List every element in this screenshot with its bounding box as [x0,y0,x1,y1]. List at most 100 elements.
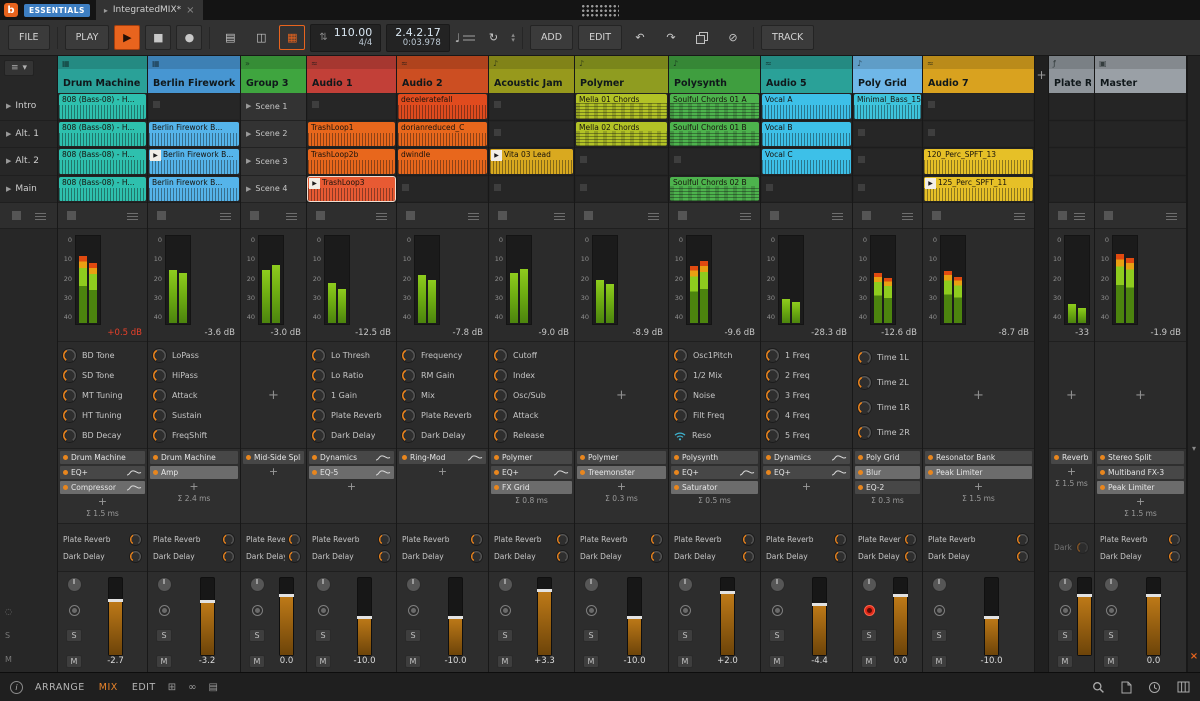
empty-clip-slot[interactable] [670,149,759,174]
device-power-button[interactable] [766,455,771,460]
send-knob[interactable] [1168,549,1181,563]
device-multiband-fx-3[interactable]: Multiband FX-3 [1097,466,1184,479]
clip-vocal-b[interactable]: Vocal B [762,121,851,146]
volume-fader[interactable] [812,577,827,656]
macro-knob[interactable] [857,350,872,365]
volume-fader[interactable] [108,577,123,656]
track-header[interactable]: ≈ Audio 1 [307,56,396,93]
solo-button[interactable]: S [583,629,599,642]
clip-vocal-a[interactable]: Vocal A [762,94,851,119]
send-knob[interactable] [222,532,235,546]
fader-handle[interactable] [448,615,463,619]
clip-mella-02-chords[interactable]: Mella 02 Chords [576,121,667,146]
empty-clip-slot[interactable] [924,121,1033,146]
device-polysynth[interactable]: Polysynth [671,451,758,464]
empty-clip-slot[interactable] [576,149,667,174]
view-tab-arrange[interactable]: ARRANGE [35,682,85,693]
slot-lines-icon[interactable] [376,211,387,220]
macro-knob[interactable] [765,427,780,443]
device-power-button[interactable] [1100,455,1105,460]
clip-stop-button[interactable] [678,211,687,220]
spinner-down-icon[interactable]: ▾ [511,36,515,43]
track-header[interactable]: ▦ Berlin Firework Kit [148,56,240,93]
group-scene-scene-2[interactable]: ▶ Scene 2 [241,120,306,148]
history-clock-icon[interactable] [1148,681,1161,694]
device-saturator[interactable]: Saturator [671,481,758,494]
position-display[interactable]: 2.4.2.17 0:03.978 [386,23,450,52]
send-knob[interactable] [288,549,301,563]
clip-berlin-firework-b[interactable]: Berlin Firework B... [149,176,239,201]
pan-knob[interactable] [769,577,785,592]
solo-button[interactable]: S [249,629,265,642]
macro-knob[interactable] [765,387,780,403]
view-tab-edit[interactable]: EDIT [132,682,156,693]
device-power-button[interactable] [312,455,317,460]
clip-120-perc-spft-13[interactable]: 120_Perc_SPFT_13 [924,149,1033,174]
add-device-button[interactable]: + [1051,466,1092,477]
view-tab-mix[interactable]: MIX [99,682,118,693]
device-treemonster[interactable]: Treemonster [577,466,666,479]
device-power-button[interactable] [63,455,68,460]
clip-stop-button[interactable] [1058,211,1067,220]
track-header[interactable]: » Group 3 [241,56,306,93]
time-signature-value[interactable]: 4/4 [359,38,373,48]
empty-clip-slot[interactable] [576,176,667,201]
device-dynamics[interactable]: Dynamics [309,451,394,464]
send-knob[interactable] [650,532,663,546]
record-arm-button[interactable] [251,605,263,616]
device-power-button[interactable] [312,470,317,475]
fader-handle[interactable] [720,590,735,594]
follow-playback-icon[interactable]: ∞ [188,682,196,693]
clip-vocal-c[interactable]: Vocal C [762,149,851,174]
add-device-button[interactable]: + [309,481,394,492]
mute-button[interactable]: M [249,655,265,668]
send-knob[interactable] [378,549,391,563]
search-icon[interactable] [1092,681,1105,694]
empty-clip-slot[interactable] [762,176,851,201]
device-power-button[interactable] [494,455,499,460]
send-knob[interactable] [378,532,391,546]
device-drum-machine[interactable]: Drum Machine [60,451,145,464]
track-menu-button[interactable]: TRACK [761,25,815,50]
fader-handle[interactable] [108,598,123,602]
track-header[interactable]: ≈ Audio 5 [761,56,852,93]
device-resonator-bank[interactable]: Resonator Bank [925,451,1032,464]
play-button[interactable]: ▶ [114,25,141,50]
mute-button[interactable]: M [677,655,693,668]
macro-knob[interactable] [152,367,167,383]
pan-knob[interactable] [405,577,421,592]
add-device-button[interactable]: + [60,496,145,507]
mute-button[interactable]: M [1057,655,1073,668]
record-arm-button[interactable] [679,605,691,616]
volume-fader[interactable] [627,577,642,656]
empty-clip-slot[interactable] [149,94,239,119]
scene-play-icon[interactable]: ▶ [6,130,11,138]
project-tab[interactable]: ▸ IntegratedMIX* × [95,0,203,20]
scene-play-icon[interactable]: ▶ [6,185,11,193]
macro-knob[interactable] [765,367,780,383]
clip-soulful-chords-02-b[interactable]: Soulful Chords 02 B [670,176,759,201]
device-power-button[interactable] [153,470,158,475]
add-device-button[interactable]: + [577,481,666,492]
empty-clip-slot[interactable] [924,94,1033,119]
scene-play-icon[interactable]: ▶ [6,157,11,165]
clip-125-perc-spft-11[interactable]: ▶ 125_Perc_SPFT_11 [924,176,1033,201]
send-knob[interactable] [129,549,142,563]
device-power-button[interactable] [674,455,679,460]
macro-knob[interactable] [401,427,416,443]
pan-knob[interactable] [677,577,693,592]
add-device-button[interactable]: + [150,481,238,492]
pan-knob[interactable] [931,577,947,592]
track-header[interactable]: ▣ Master [1095,56,1186,93]
macro-knob[interactable] [62,387,77,403]
fader-handle[interactable] [1077,593,1092,597]
send-knob[interactable] [904,549,917,563]
pan-knob[interactable] [1103,577,1119,592]
solo-button[interactable]: S [315,629,331,642]
empty-clip-slot[interactable] [308,94,395,119]
scene-row-main[interactable]: ▶ Main [0,176,57,203]
device-power-button[interactable] [858,455,863,460]
clip-808-bass-08-h[interactable]: 808 (Bass-08) - H... [59,176,146,201]
device-power-button[interactable] [580,455,585,460]
add-remote-control-button[interactable]: + [1053,346,1090,444]
